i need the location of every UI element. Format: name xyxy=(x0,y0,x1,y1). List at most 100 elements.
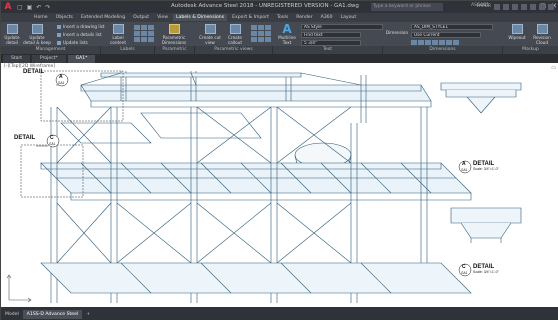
drawing-canvas[interactable]: [-][Top][2D Wireframe] ▭ DETAIL A GA1 DE… xyxy=(1,63,558,307)
menu-tab-tools[interactable]: Tools xyxy=(274,14,291,21)
detail-a-view-title: DETAIL Scale: 3/4"=1'-0" xyxy=(473,161,499,171)
menu-tab-home[interactable]: Home xyxy=(31,14,51,21)
label-manager-icon xyxy=(112,24,124,34)
save-icon[interactable]: ▣ xyxy=(27,4,33,11)
revision-cloud-label: Revision Cloud xyxy=(533,35,551,45)
panel-title-management[interactable]: Management xyxy=(1,46,101,54)
annotation-scale-icon[interactable] xyxy=(530,4,536,10)
panel-title-dimensions[interactable]: Dimensions xyxy=(383,46,503,54)
title-bar: A ▢ ▣ ↶ ↷ Autodesk Advance Steel 2018 - … xyxy=(1,1,558,13)
detail-a-sheet: GA1 xyxy=(58,81,65,85)
detail-c-title-sheet: GA1 xyxy=(461,271,468,275)
parametric-dimensions-icon xyxy=(168,24,180,34)
detail-a-title: DETAIL xyxy=(23,69,45,75)
layout-tab[interactable]: A1SS-D Advance Steel xyxy=(22,309,83,319)
detail-c-label: DETAIL xyxy=(14,135,35,141)
window-title: Autodesk Advance Steel 2018 - UNREGISTER… xyxy=(171,3,359,9)
redo-icon[interactable]: ↷ xyxy=(45,4,50,11)
update-detail-keep-icon xyxy=(31,24,43,34)
document-tab[interactable]: GA1* xyxy=(67,55,96,63)
detail-a-letter: A xyxy=(59,74,63,80)
detail-c-title-letter: C xyxy=(462,264,466,270)
search-input[interactable]: Type a keyword or phrase xyxy=(371,3,443,11)
parametric-dimensions-label: Parametric Dimensions xyxy=(161,35,187,45)
detail-a-title-sheet: GA1 xyxy=(461,168,468,172)
labels-tool-grid[interactable] xyxy=(134,25,154,42)
update-detail-icon xyxy=(6,24,18,34)
revision-cloud-icon xyxy=(536,24,548,34)
callout-view-icon xyxy=(229,24,241,34)
viewport-restore-icon[interactable]: ▭ xyxy=(551,65,556,71)
document-tab[interactable]: Start xyxy=(3,55,30,63)
create-cut-view-button[interactable]: Create cut view xyxy=(199,24,221,45)
parametric-dimensions-button[interactable]: Parametric Dimensions xyxy=(159,24,189,45)
revision-cloud-button[interactable]: Revision Cloud xyxy=(529,24,555,45)
panel-title-markup[interactable]: Markup xyxy=(503,46,558,54)
customize-icon[interactable] xyxy=(548,4,554,10)
create-cut-view-label: Create cut view xyxy=(199,35,221,45)
wipeout-label: Wipeout xyxy=(508,35,526,40)
dimension-tools[interactable] xyxy=(411,40,459,45)
document-tab-label: Project* xyxy=(40,56,58,61)
layout-tab[interactable]: + xyxy=(82,310,94,319)
menu-tab-output[interactable]: Output xyxy=(130,14,152,21)
menu-tab-extended-modeling[interactable]: Extended Modeling xyxy=(78,14,128,21)
menu-tab-a360[interactable]: A360 xyxy=(318,14,336,21)
ribbon-panel-titles: Management Labels Parametric Dimensions … xyxy=(1,46,558,60)
ortho-icon[interactable] xyxy=(512,4,518,10)
dimension-button[interactable]: Dimension xyxy=(385,30,409,35)
document-tab-label: GA1* xyxy=(75,56,88,61)
status-bar-tools: PAPER xyxy=(477,4,554,10)
application-window: A ▢ ▣ ↶ ↷ Autodesk Advance Steel 2018 - … xyxy=(0,0,558,320)
undo-icon[interactable]: ↶ xyxy=(36,4,41,11)
insert-drawing-list-button[interactable]: Insert a drawing list xyxy=(57,24,105,29)
menu-tab-objects[interactable]: Objects xyxy=(53,14,76,21)
document-tabs: Start Project* GA1* xyxy=(1,54,558,63)
wipeout-icon xyxy=(511,24,523,34)
find-text-input[interactable]: Find text xyxy=(301,32,361,38)
multiline-text-label: Multiline Text xyxy=(278,35,296,45)
detail-a-label: DETAIL xyxy=(23,69,44,75)
document-tab[interactable]: Project* xyxy=(32,55,66,63)
detail-c-view-title: DETAIL Scale: 3/4"=1'-0" xyxy=(473,264,499,274)
panel-title-labels[interactable]: Labels xyxy=(101,46,155,54)
dimension-label: Dimension xyxy=(385,30,409,35)
menu-tab-render[interactable]: Render xyxy=(293,14,315,21)
workspace-icon[interactable] xyxy=(539,4,545,10)
update-detail-label: Update detail xyxy=(4,35,20,45)
detail-c-scale: Scale: 3/4"=1'-0" xyxy=(473,270,499,274)
panel-title-text[interactable]: Text xyxy=(273,46,383,54)
app-menu-button[interactable]: A xyxy=(1,1,15,13)
detail-c-letter: C xyxy=(50,135,54,141)
wipeout-button[interactable]: Wipeout xyxy=(507,24,527,40)
text-icon: A xyxy=(282,22,292,36)
dimension-layer-select[interactable]: Use Current xyxy=(411,32,481,38)
detail-c-title: DETAIL xyxy=(14,135,36,141)
detail-a-title-letter: A xyxy=(462,161,466,167)
text-style-select[interactable]: AS Style xyxy=(301,24,383,30)
ribbon-tabs: Home Objects Extended Modeling Output View La… xyxy=(1,13,558,22)
dimension-style-select[interactable]: AS_DIM_STYLE1 xyxy=(411,24,493,30)
multiline-text-button[interactable]: A Multiline Text xyxy=(277,22,297,45)
menu-tab-export-import[interactable]: Export & Import xyxy=(229,14,272,21)
layout-tab[interactable]: Model xyxy=(1,310,23,319)
menu-tab-layout[interactable]: Layout xyxy=(338,14,360,21)
panel-title-parametric-dimensions[interactable]: Parametric Dimensions xyxy=(155,46,195,60)
update-lists-button[interactable]: Update lists xyxy=(57,40,88,45)
menu-tab-labels-dimensions[interactable]: Labels & Dimensions xyxy=(173,14,228,21)
menu-tab-view[interactable]: View xyxy=(154,14,171,21)
panel-title-parametric-views[interactable]: Parametric views xyxy=(195,46,273,54)
paper-space-toggle[interactable]: PAPER xyxy=(477,4,491,10)
insert-details-list-button[interactable]: Insert a details list xyxy=(57,32,102,37)
status-bar: Model A1SS-D Advance Steel + xyxy=(1,307,558,320)
cut-view-icon xyxy=(204,24,216,34)
grid-icon[interactable] xyxy=(503,4,509,10)
detail-a-scale: Scale: 3/4"=1'-0" xyxy=(473,167,499,171)
polar-icon[interactable] xyxy=(521,4,527,10)
document-tab-label: Start xyxy=(11,56,22,61)
snap-icon[interactable] xyxy=(494,4,500,10)
detail-c-sheet: GA1 xyxy=(49,142,56,146)
update-detail-button[interactable]: Update detail xyxy=(3,24,21,45)
open-icon[interactable]: ▢ xyxy=(17,4,23,11)
views-tool-grid[interactable] xyxy=(251,25,271,42)
